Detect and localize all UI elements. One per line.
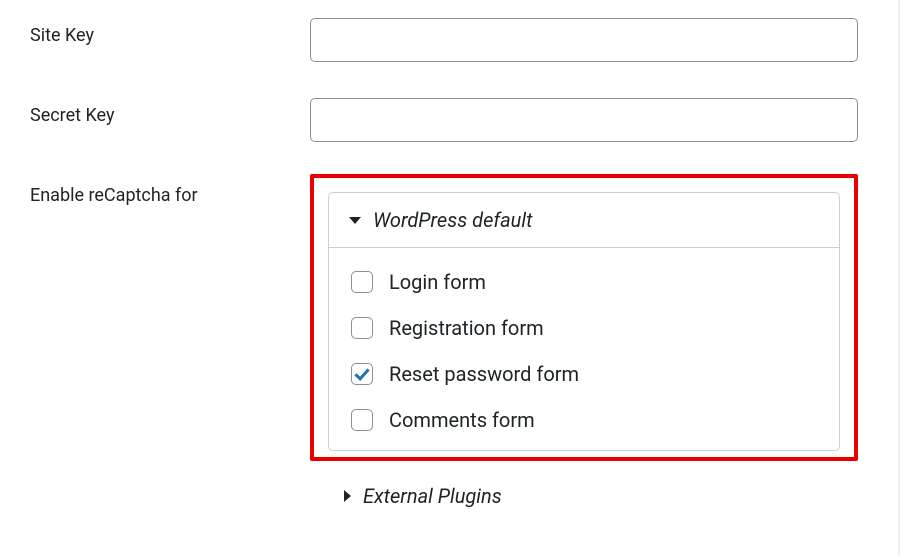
checkbox-row-comments-form: Comments form — [351, 408, 817, 432]
accordion-wp-default: WordPress default Login form Registratio… — [328, 192, 840, 451]
secret-key-input[interactable] — [310, 98, 858, 142]
checkbox-login-form[interactable] — [351, 271, 373, 293]
checkbox-label-login-form: Login form — [389, 270, 486, 294]
checkbox-reset-password-form[interactable] — [351, 363, 373, 385]
checkbox-label-reset-password: Reset password form — [389, 362, 579, 386]
chevron-down-icon — [349, 217, 361, 224]
checkbox-comments-form[interactable] — [351, 409, 373, 431]
checkbox-label-registration-form: Registration form — [389, 316, 544, 340]
accordion-title-wp-default: WordPress default — [373, 208, 532, 232]
highlight-box: WordPress default Login form Registratio… — [310, 174, 858, 461]
enable-recaptcha-label: Enable reCaptcha for — [0, 160, 300, 536]
site-key-label: Site Key — [0, 0, 300, 80]
checkbox-row-login-form: Login form — [351, 270, 817, 294]
checkbox-registration-form[interactable] — [351, 317, 373, 339]
checkbox-label-comments-form: Comments form — [389, 408, 535, 432]
accordion-body-wp-default: Login form Registration form Reset passw… — [329, 248, 839, 450]
accordion-title-external-plugins: External Plugins — [363, 484, 502, 508]
chevron-right-icon — [344, 490, 351, 502]
accordion-header-wp-default[interactable]: WordPress default — [329, 193, 839, 248]
secret-key-label: Secret Key — [0, 80, 300, 160]
accordion-header-external-plugins[interactable]: External Plugins — [310, 469, 858, 518]
checkbox-row-registration-form: Registration form — [351, 316, 817, 340]
site-key-input[interactable] — [310, 18, 858, 62]
checkbox-row-reset-password: Reset password form — [351, 362, 817, 386]
